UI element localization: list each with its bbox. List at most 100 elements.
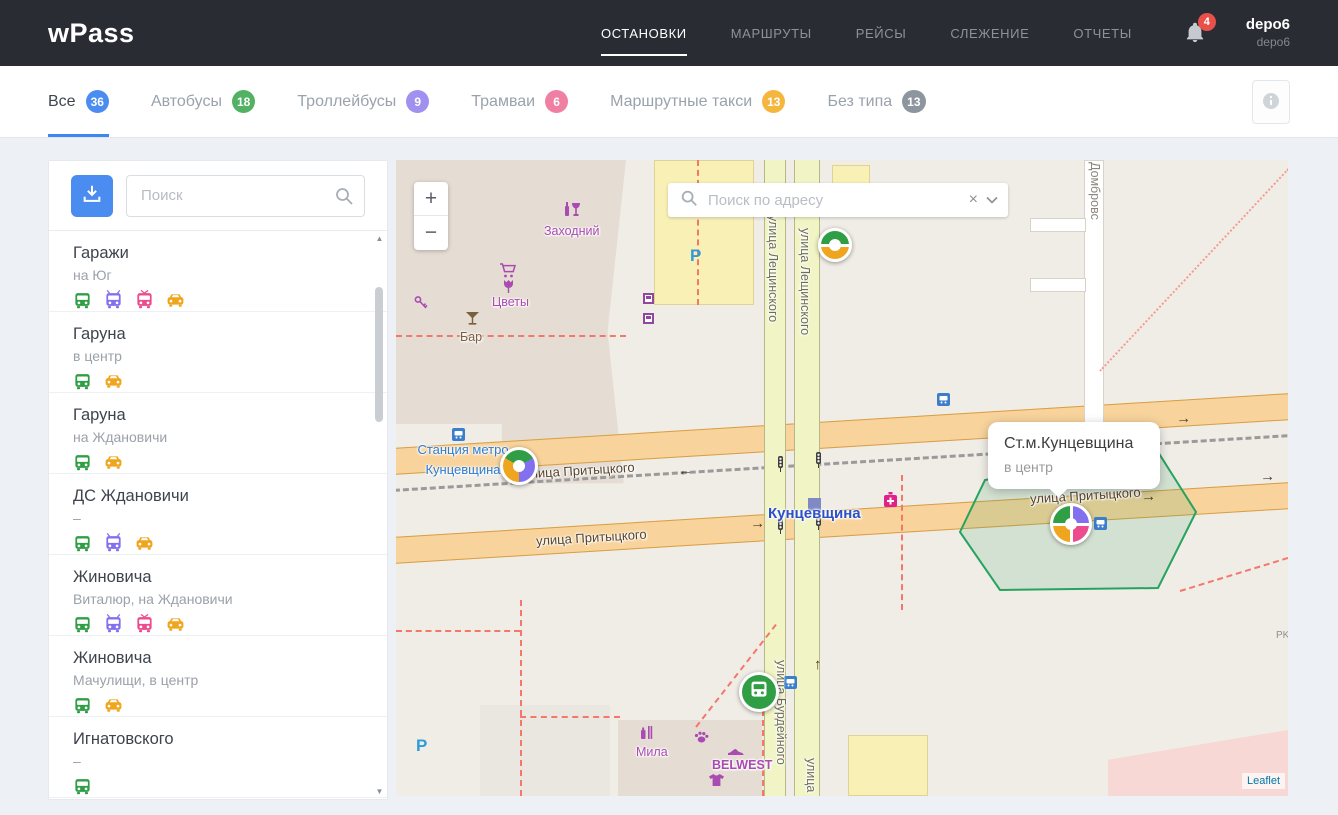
user-menu[interactable]: depo6 depo6 xyxy=(1246,15,1290,50)
nav-item-label: СЛЕЖЕНИЕ xyxy=(950,26,1029,41)
stop-list-item[interactable]: Игнатовского – xyxy=(49,717,387,798)
stop-list-item[interactable]: Гаруна в центр xyxy=(49,312,387,393)
stop-list-item[interactable]: Жиновича Мачулищи, в центр xyxy=(49,636,387,717)
stop-vehicle-icons xyxy=(73,533,363,552)
bus-icon xyxy=(73,371,92,390)
stop-list-item[interactable]: Гаражи на Юг xyxy=(49,231,387,312)
street-label: улица xyxy=(804,758,818,792)
filter-tabs: Все 36 Автобусы 18 Троллейбусы 9 Трамваи… xyxy=(48,66,926,137)
taxi-icon xyxy=(104,371,123,390)
main-nav: ОСТАНОВКИ МАРШРУТЫ РЕЙСЫ СЛЕЖЕНИЕ ОТЧЕТЫ xyxy=(601,20,1132,47)
filter-tab-label: Без типа xyxy=(827,93,892,111)
search-icon xyxy=(334,186,354,211)
key-icon xyxy=(414,296,429,315)
scroll-up-icon[interactable]: ▲ xyxy=(373,234,386,243)
count-badge: 13 xyxy=(762,90,785,113)
direction-arrow: → xyxy=(1140,488,1156,506)
bus-icon xyxy=(73,776,92,795)
map-popup: Ст.м.Кунцевщина в центр xyxy=(988,422,1160,489)
bus-icon xyxy=(73,290,92,309)
stop-name: Игнатовского xyxy=(73,730,363,749)
street-label: улица Бурдейного xyxy=(774,660,788,765)
transit-stop-icon xyxy=(1094,517,1107,535)
stop-name: Гаражи xyxy=(73,244,363,263)
address-search: × xyxy=(668,183,1008,217)
taxi-icon xyxy=(104,452,123,471)
count-badge: 36 xyxy=(86,90,109,113)
poi-label: Заходний xyxy=(544,224,599,238)
stop-name: ДС Ждановичи xyxy=(73,487,363,506)
nav-item[interactable]: РЕЙСЫ xyxy=(856,20,907,47)
map-marker[interactable] xyxy=(818,228,852,262)
stop-name: Гаруна xyxy=(73,406,363,425)
nav-item[interactable]: МАРШРУТЫ xyxy=(731,20,812,47)
taxi-icon xyxy=(166,290,185,309)
direction-arrow: → xyxy=(1175,410,1191,428)
scrollbar-thumb[interactable] xyxy=(375,287,383,422)
scroll-down-icon[interactable]: ▼ xyxy=(373,787,386,796)
stop-search-input[interactable] xyxy=(127,176,364,216)
stop-direction: в центр xyxy=(73,348,363,364)
filter-tab[interactable]: Все 36 xyxy=(48,66,109,137)
top-navbar: wPass ОСТАНОВКИ МАРШРУТЫ РЕЙСЫ СЛЕЖЕНИЕ ОТЧЕ… xyxy=(0,0,1338,66)
direction-arrow: ↑ xyxy=(814,656,822,673)
stops-panel: Гаражи на Юг Гаруна в центр Гаруна на Жд… xyxy=(48,160,388,800)
trolleybus-icon xyxy=(104,614,123,633)
stop-name: Гаруна xyxy=(73,325,363,344)
poi-label: Бар xyxy=(460,330,482,344)
parking-label: P xyxy=(690,246,701,266)
stop-list-item[interactable]: Жиновича Виталюр, на Ждановичи xyxy=(49,555,387,636)
trolleybus-icon xyxy=(104,533,123,552)
app-logo[interactable]: wPass xyxy=(48,18,135,49)
search-icon xyxy=(680,189,698,212)
stop-search xyxy=(126,175,365,217)
download-button[interactable] xyxy=(71,175,113,217)
chevron-down-icon[interactable] xyxy=(984,196,1008,204)
nav-item[interactable]: ОСТАНОВКИ xyxy=(601,20,687,47)
notifications-button[interactable]: 4 xyxy=(1184,21,1206,45)
direction-arrow: → xyxy=(1259,468,1275,486)
filter-tab[interactable]: Без типа 13 xyxy=(827,66,925,137)
map[interactable]: ← → → → → ↑ Заходний Цветы Бар Мила BELW… xyxy=(396,160,1288,796)
poi-label: Мила xyxy=(636,745,668,759)
stop-direction: Мачулищи, в центр xyxy=(73,672,363,688)
zoom-out-button[interactable]: − xyxy=(414,216,448,250)
filter-tab[interactable]: Автобусы 18 xyxy=(151,66,255,137)
stop-list-item[interactable]: Гаруна на Ждановичи xyxy=(49,393,387,474)
taxi-icon xyxy=(104,695,123,714)
user-org: depo6 xyxy=(1246,35,1290,51)
clear-icon[interactable]: × xyxy=(963,191,984,209)
direction-arrow: ← xyxy=(677,462,693,480)
stop-direction: на Ждановичи xyxy=(73,429,363,445)
map-zoom-control: + − xyxy=(414,182,448,250)
stops-panel-toolbar xyxy=(49,161,387,231)
stop-name: Жиновича xyxy=(73,568,363,587)
stop-list: Гаражи на Юг Гаруна в центр Гаруна на Жд… xyxy=(49,231,387,799)
zoom-in-button[interactable]: + xyxy=(414,182,448,216)
bus-icon xyxy=(73,452,92,471)
download-icon xyxy=(81,183,103,208)
list-scrollbar: ▲ ▼ xyxy=(373,232,386,798)
count-badge: 18 xyxy=(232,90,255,113)
taxi-icon xyxy=(166,614,185,633)
info-button[interactable] xyxy=(1252,80,1290,124)
filter-tab[interactable]: Маршрутные такси 13 xyxy=(610,66,785,137)
popup-subtitle: в центр xyxy=(1004,459,1144,475)
map-marker-selected[interactable] xyxy=(1050,503,1092,545)
address-search-input[interactable] xyxy=(706,191,963,210)
poi-label: Цветы xyxy=(492,295,529,309)
parking-label: P xyxy=(416,736,427,756)
map-marker-bus[interactable] xyxy=(739,672,779,712)
bar-icon xyxy=(466,312,479,330)
map-marker[interactable] xyxy=(500,447,538,485)
filter-tab[interactable]: Трамваи 6 xyxy=(471,66,568,137)
type-filter-bar: Все 36 Автобусы 18 Троллейбусы 9 Трамваи… xyxy=(0,66,1338,138)
nav-item[interactable]: ОТЧЕТЫ xyxy=(1073,20,1131,47)
filter-tab[interactable]: Троллейбусы 9 xyxy=(297,66,429,137)
poi-label: BELWEST xyxy=(712,758,772,772)
info-icon xyxy=(1262,92,1280,113)
nav-item[interactable]: СЛЕЖЕНИЕ xyxy=(950,20,1029,47)
paw-icon xyxy=(694,730,709,748)
stop-list-item[interactable]: ДС Ждановичи – xyxy=(49,474,387,555)
map-attribution[interactable]: Leaflet xyxy=(1242,773,1285,789)
